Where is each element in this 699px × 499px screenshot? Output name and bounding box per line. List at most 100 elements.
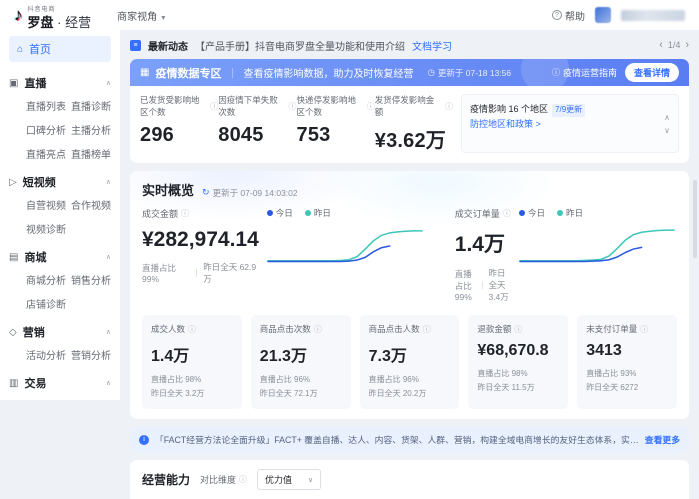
info-circle-icon: i [139, 435, 149, 445]
section-title: 商城 [24, 249, 46, 265]
info-icon[interactable]: ⓘ [314, 324, 322, 335]
stat-label-row: 快递停发影响地区个数ⓘ [297, 94, 375, 118]
realtime-line-chart [519, 223, 677, 265]
sidebar-item[interactable]: 营销分析 [71, 347, 112, 362]
stat-label: 快递停发影响地区个数 [297, 94, 364, 118]
notice-main: 疫情影响 16 个地区7/9更新防控地区和政策 > [470, 102, 658, 145]
help-button[interactable]: ?帮助 [552, 8, 585, 23]
metric-label: 成交人数 [151, 323, 185, 335]
sidebar-item[interactable]: 活动分析 [26, 347, 67, 362]
metric-label-row: 商品点击人数ⓘ [369, 323, 451, 335]
info-icon[interactable]: ⓘ [210, 101, 218, 112]
scrollbar[interactable] [693, 180, 697, 258]
sidebar-item[interactable]: 主播分析 [71, 122, 112, 137]
chevron-up-icon[interactable]: ∧ [106, 178, 111, 186]
chevron-up-icon[interactable]: ∧ [106, 79, 111, 87]
chevron-up-icon[interactable]: ∧ [106, 328, 111, 336]
info-icon[interactable]: ⓘ [367, 101, 375, 112]
avatar[interactable] [595, 7, 611, 23]
pager-prev-icon[interactable]: ‹ [659, 39, 663, 51]
fact-text: 「FACT经营方法论全面升级」FACT+ 覆盖自播、达人、内容、货架、人群、营销… [155, 433, 639, 446]
info-icon[interactable]: ⓘ [640, 324, 648, 335]
arrow-down-icon[interactable]: ∨ [664, 126, 670, 135]
sidebar-item[interactable]: 直播亮点 [26, 146, 67, 161]
refresh-icon[interactable]: ↻ [202, 187, 210, 198]
info-icon[interactable]: ⓘ [503, 208, 511, 219]
stat-value: 296 [140, 124, 218, 147]
pager-count: 1/4 [668, 40, 681, 50]
sidebar-item[interactable]: 视频诊断 [26, 221, 67, 236]
metric-card: 商品点击次数ⓘ 21.3万 直播占比 96% 昨日全天 72.1万 [251, 315, 351, 409]
info-icon[interactable]: ⓘ [188, 324, 196, 335]
panel-label-row: 成交订单量ⓘ [455, 207, 511, 220]
announcement-text[interactable]: 【产品手册】抖音电商罗盘全量功能和使用介绍 [195, 38, 405, 53]
notice-policy-link[interactable]: 防控地区和政策 > [470, 119, 541, 129]
section-icon: ▷ [9, 177, 17, 188]
sidebar-section: ▷ 短视频 ∧ 自营视频合作视频视频诊断 [9, 174, 111, 236]
sidebar-section-header[interactable]: ▣ 直播 ∧ [9, 75, 111, 91]
section-items: 自营视频合作视频视频诊断 [26, 197, 111, 236]
panel-label: 成交金额 [142, 207, 178, 220]
sidebar-item[interactable]: 自营视频 [26, 197, 67, 212]
chevron-up-icon[interactable]: ∧ [106, 379, 111, 387]
info-icon[interactable]: ⓘ [423, 324, 431, 335]
metric-value: 21.3万 [260, 342, 342, 366]
epidemic-guide-link[interactable]: ⓘ疫情运营指南 [552, 66, 617, 79]
sidebar-section: ▤ 商城 ∧ 商城分析销售分析店铺诊断 [9, 249, 111, 311]
fact-more-link[interactable]: 查看更多 [645, 433, 680, 446]
live-share: 直播占比 99% [455, 268, 476, 302]
realtime-panel: 成交订单量ⓘ 1.4万 直播占比 99% 昨日全天 3.4万 今日 昨日 [455, 207, 677, 303]
announcement-doc-link[interactable]: 文档学习 [412, 38, 452, 53]
divider [196, 269, 197, 277]
sidebar-item-label: 直播诊断 [71, 102, 111, 113]
sidebar-item-home[interactable]: ⌂ 首页 [9, 36, 111, 62]
epidemic-stat: 因疫情下单失败次数ⓘ 8045 [218, 94, 296, 153]
sidebar-item-label: 营销分析 [71, 351, 111, 362]
sidebar-section-header[interactable]: ▥ 交易 ∧ [9, 375, 111, 391]
sidebar-item[interactable]: 直播列表 [26, 98, 67, 113]
stat-label: 发货停发影响金额 [375, 94, 442, 118]
metric-label-row: 退款金额ⓘ [477, 323, 559, 335]
epidemic-data-card: ▦ 疫情数据专区 ｜ 查看疫情影响数据，助力及时恢复经营 ◷更新于 07-18 … [130, 59, 689, 163]
info-icon[interactable]: ⓘ [514, 324, 522, 335]
view-switcher[interactable]: 商家视角 ▼ [117, 8, 167, 23]
sidebar-item[interactable]: 销售分析 [71, 272, 112, 287]
dimension-select-value: 优力值 [265, 473, 292, 486]
sidebar-section-header[interactable]: ▷ 短视频 ∧ [9, 174, 111, 190]
stat-label-row: 因疫情下单失败次数ⓘ [218, 94, 296, 118]
sidebar-item[interactable]: 直播榜单 [71, 146, 112, 161]
sidebar-item[interactable]: 商城分析 [26, 272, 67, 287]
sidebar-item[interactable]: 店铺诊断 [26, 296, 67, 311]
realtime-title: 实时概览 [142, 180, 194, 199]
sidebar-section: ▥ 交易 ∧ 店铺直播交易构成商品分析转化效果订单分析 [9, 375, 111, 400]
info-icon[interactable]: ⓘ [445, 101, 453, 112]
info-icon[interactable]: ⓘ [289, 101, 297, 112]
stat-value: 8045 [218, 124, 296, 147]
realtime-updated: ↻更新于 07-09 14:03:02 [202, 187, 298, 199]
info-icon[interactable]: ⓘ [181, 208, 189, 219]
metric-card: 退款金额ⓘ ¥68,670.8 直播占比 98% 昨日全天 11.5万 [468, 315, 568, 409]
pager-next-icon[interactable]: › [685, 39, 689, 51]
sidebar-item[interactable]: 直播诊断 [71, 98, 112, 113]
sidebar-item-label: 自营视频 [26, 201, 66, 212]
today-dot-icon [267, 210, 273, 216]
panel-label-row: 成交金额ⓘ [142, 207, 259, 220]
sidebar-item[interactable]: 合作视频 [71, 197, 112, 212]
top-bar: ♪ 抖音电商 罗盘 · 经营 商家视角 ▼ ?帮助 [0, 0, 699, 30]
sidebar-item[interactable]: 口碑分析 [26, 122, 67, 137]
sidebar-section-header[interactable]: ▤ 商城 ∧ [9, 249, 111, 265]
epidemic-stat: 发货停发影响金额ⓘ ¥3.62万 [375, 94, 453, 153]
view-details-button[interactable]: 查看详情 [625, 63, 679, 82]
metric-value: 3413 [586, 342, 668, 360]
chevron-up-icon[interactable]: ∧ [106, 253, 111, 261]
arrow-up-icon[interactable]: ∧ [664, 113, 670, 122]
dimension-select[interactable]: 优力值∨ [257, 469, 321, 490]
clock-icon: ◷ [427, 67, 434, 78]
info-icon[interactable]: ⓘ [239, 474, 247, 485]
sidebar: ⌂ 首页 ▣ 直播 ∧ 直播列表直播诊断口碑分析主播分析直播亮点直播榜单 ▷ 短… [0, 30, 120, 400]
metric-substats: 直播占比 98% 昨日全天 3.2万 [151, 373, 233, 400]
app-logo[interactable]: ♪ 抖音电商 罗盘 · 经营 [14, 0, 91, 31]
panel-value: 1.4万 [455, 228, 511, 258]
metric-substats: 直播占比 96% 昨日全天 20.2万 [369, 373, 451, 400]
sidebar-section-header[interactable]: ◇ 营销 ∧ [9, 324, 111, 340]
